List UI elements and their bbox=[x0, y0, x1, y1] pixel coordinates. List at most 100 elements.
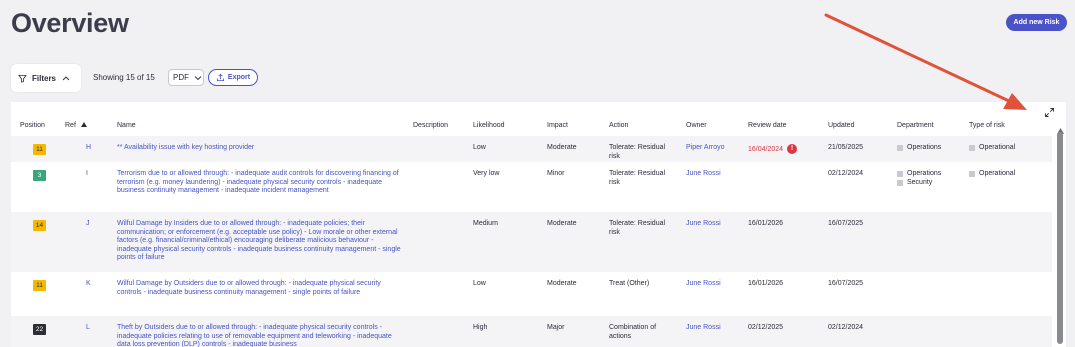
header-action[interactable]: Action bbox=[609, 122, 628, 129]
header-likelihood[interactable]: Likelihood bbox=[473, 122, 505, 129]
ref-link[interactable]: L bbox=[86, 324, 90, 333]
risk-name-link[interactable]: Wilful Damage by Outsiders due to or all… bbox=[117, 280, 403, 297]
updated-cell: 02/12/2024 bbox=[828, 170, 864, 177]
review-date-cell: 16/04/2024! bbox=[748, 144, 798, 154]
impact-cell: Moderate bbox=[547, 280, 577, 287]
header-owner[interactable]: Owner bbox=[686, 122, 707, 129]
position-badge: 11 bbox=[33, 280, 46, 291]
table-row[interactable]: 14 J Wilful Damage by Insiders due to or a… bbox=[11, 212, 1052, 272]
risk-type-label: Operational bbox=[979, 170, 1016, 177]
updated-cell: 21/05/2025 bbox=[828, 144, 864, 151]
updated-cell: 16/07/2025 bbox=[828, 220, 864, 227]
review-date-text: 02/12/2025 bbox=[748, 324, 784, 331]
likelihood-cell: Medium bbox=[473, 220, 498, 227]
upload-icon bbox=[216, 73, 225, 82]
ref-link[interactable]: J bbox=[86, 220, 90, 229]
header-ref-label: Ref bbox=[65, 122, 76, 129]
risk-name-link[interactable]: Wilful Damage by Insiders due to or allo… bbox=[117, 220, 403, 263]
header-updated[interactable]: Updated bbox=[828, 122, 854, 129]
action-cell: Tolerate: Residual risk bbox=[609, 220, 666, 236]
filters-button[interactable]: Filters bbox=[11, 64, 81, 92]
funnel-icon bbox=[18, 74, 27, 83]
ref-link[interactable]: H bbox=[86, 144, 91, 153]
risk-type-label: Operational bbox=[979, 144, 1016, 151]
header-position[interactable]: Position bbox=[20, 122, 45, 129]
owner-link[interactable]: June Rossi bbox=[686, 324, 721, 333]
header-impact[interactable]: Impact bbox=[547, 122, 568, 129]
department-label: Operations bbox=[907, 170, 942, 177]
owner-link[interactable]: June Rossi bbox=[686, 220, 721, 229]
risk-type-cell: Operational bbox=[969, 144, 1015, 153]
review-date-text: 16/01/2026 bbox=[748, 220, 784, 227]
department-tag: Security bbox=[897, 179, 941, 188]
position-badge: 3 bbox=[33, 170, 46, 181]
filters-label: Filters bbox=[32, 73, 57, 83]
position-badge: 11 bbox=[33, 144, 46, 155]
format-select[interactable]: PDF bbox=[168, 69, 204, 86]
impact-cell: Moderate bbox=[547, 144, 577, 151]
header-ref[interactable]: Ref bbox=[65, 122, 87, 129]
tag-swatch-icon bbox=[897, 171, 903, 178]
action-cell: Treat (Other) bbox=[609, 280, 650, 287]
risk-table: Position Ref Name Description Likelihood… bbox=[11, 102, 1066, 347]
owner-link[interactable]: June Rossi bbox=[686, 170, 721, 179]
review-date-cell: 16/01/2026 bbox=[748, 220, 783, 229]
add-new-risk-button[interactable]: Add new Risk bbox=[1006, 14, 1067, 31]
position-badge: 22 bbox=[33, 324, 46, 335]
overdue-alert-icon: ! bbox=[787, 144, 798, 154]
expand-icon[interactable] bbox=[1044, 107, 1055, 118]
risk-type-tag: Operational bbox=[969, 144, 1015, 153]
review-date-cell: 02/12/2025 bbox=[748, 324, 783, 333]
showing-count: Showing 15 of 15 bbox=[93, 73, 155, 82]
scrollbar-thumb[interactable] bbox=[1057, 132, 1063, 344]
department-tag: Operations bbox=[897, 170, 941, 179]
header-name[interactable]: Name bbox=[117, 122, 136, 129]
ref-link[interactable]: I bbox=[86, 170, 88, 179]
review-date-cell: 16/01/2026 bbox=[748, 280, 783, 289]
likelihood-cell: Low bbox=[473, 144, 486, 151]
table-row[interactable]: 22 L Theft by Outsiders due to or allowed … bbox=[11, 316, 1052, 347]
table-row[interactable]: 11 H ** Availability issue with key hostin… bbox=[11, 136, 1052, 162]
updated-cell: 16/07/2025 bbox=[828, 280, 864, 287]
review-date-text: 16/04/2024 bbox=[748, 145, 784, 153]
action-cell: Tolerate: Residual risk bbox=[609, 144, 666, 160]
tag-swatch-icon bbox=[969, 145, 975, 152]
department-tag: Operations bbox=[897, 144, 941, 153]
department-label: Security bbox=[907, 178, 933, 186]
chevron-up-icon bbox=[62, 75, 70, 81]
export-button[interactable]: Export bbox=[208, 69, 258, 86]
export-label: Export bbox=[227, 74, 251, 81]
department-label: Operations bbox=[907, 144, 942, 151]
updated-cell: 02/12/2024 bbox=[828, 324, 864, 331]
header-type-of-risk[interactable]: Type of risk bbox=[969, 122, 1005, 129]
action-cell: Tolerate: Residual risk bbox=[609, 170, 666, 186]
table-row[interactable]: 11 K Wilful Damage by Outsiders due to or … bbox=[11, 272, 1052, 316]
header-description[interactable]: Description bbox=[413, 122, 448, 129]
department-cell: Operations bbox=[897, 144, 941, 153]
likelihood-cell: Low bbox=[473, 280, 486, 287]
format-value: PDF bbox=[173, 73, 189, 82]
chevron-down-icon bbox=[194, 75, 202, 81]
header-department[interactable]: Department bbox=[897, 122, 934, 129]
likelihood-cell: High bbox=[473, 324, 488, 331]
tag-swatch-icon bbox=[897, 145, 903, 152]
department-cell: Operations Security bbox=[897, 170, 941, 187]
impact-cell: Moderate bbox=[547, 220, 577, 227]
owner-link[interactable]: Piper Arroyo bbox=[686, 144, 725, 153]
action-cell: Combination of actions bbox=[609, 324, 657, 340]
risk-name-link[interactable]: ** Availability issue with key hosting p… bbox=[117, 144, 403, 153]
table-row[interactable]: 3 I Terrorism due to or allowed through: -… bbox=[11, 162, 1052, 212]
header-review-date[interactable]: Review date bbox=[748, 122, 787, 129]
ref-link[interactable]: K bbox=[86, 280, 91, 289]
review-date-text: 16/01/2026 bbox=[748, 280, 784, 287]
risk-name-link[interactable]: Theft by Outsiders due to or allowed thr… bbox=[117, 324, 403, 347]
risk-type-cell: Operational bbox=[969, 170, 1015, 179]
page-title: Overview bbox=[11, 8, 129, 38]
owner-link[interactable]: June Rossi bbox=[686, 280, 721, 289]
position-badge: 14 bbox=[33, 220, 46, 231]
impact-cell: Minor bbox=[547, 170, 565, 177]
risk-name-link[interactable]: Terrorism due to or allowed through: - i… bbox=[117, 170, 403, 196]
tag-swatch-icon bbox=[969, 171, 975, 178]
sort-asc-icon bbox=[80, 122, 87, 127]
tag-swatch-icon bbox=[897, 179, 903, 186]
